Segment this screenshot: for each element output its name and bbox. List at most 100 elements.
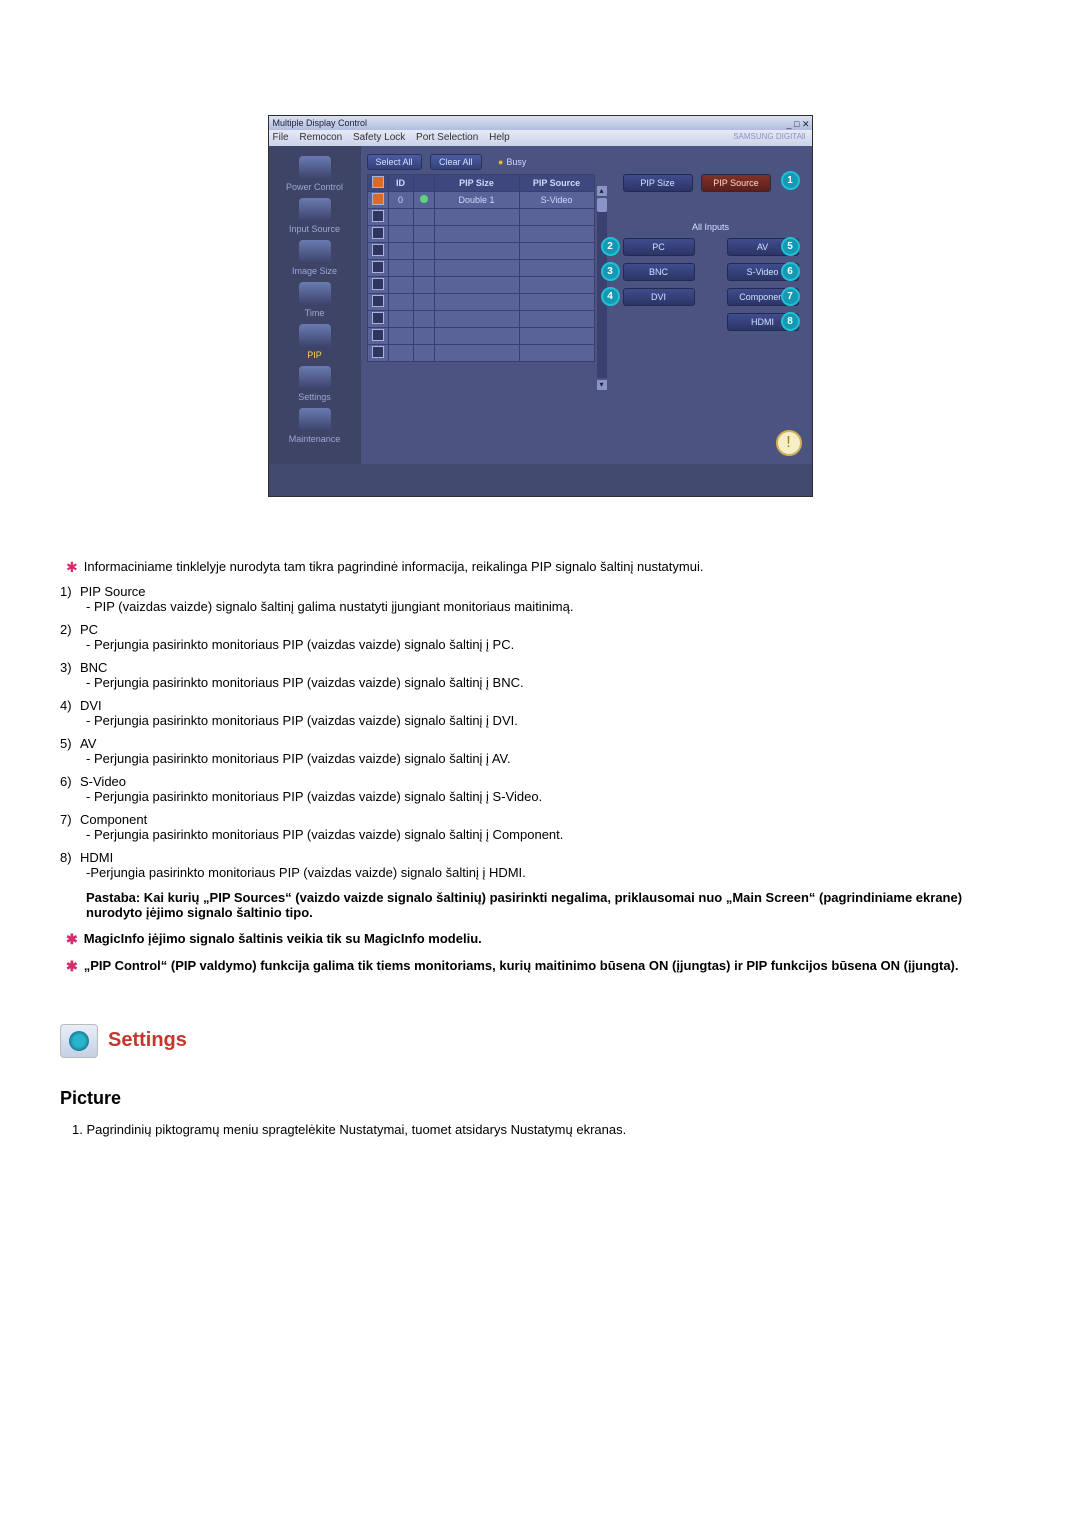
pip-size-button[interactable]: PIP Size (623, 174, 693, 192)
callout-badge-4: 4 (601, 287, 620, 306)
sidebar-item-input-source[interactable]: Input Source (269, 198, 361, 234)
item-desc: - Perjungia pasirinkto monitoriaus PIP (… (86, 675, 1020, 690)
table-row[interactable]: 0 Double 1 S-Video (367, 192, 594, 209)
menu-help[interactable]: Help (489, 132, 510, 143)
item-number: 4) (60, 698, 80, 713)
list-item: 7)Component- Perjungia pasirinkto monito… (60, 812, 1020, 842)
item-number: 8) (60, 850, 80, 865)
checkbox-icon[interactable] (372, 278, 384, 290)
main-panel: Select All Clear All Busy ID PIP Size PI… (361, 146, 812, 464)
time-icon (299, 282, 331, 306)
note-pip-control: „PIP Control“ (PIP valdymo) funkcija gal… (66, 957, 1020, 974)
col-status (413, 175, 434, 192)
scroll-thumb[interactable] (597, 198, 607, 212)
col-pip-source: PIP Source (519, 175, 594, 192)
list-item: 6)S-Video- Perjungia pasirinkto monitori… (60, 774, 1020, 804)
intro-star-note: Informaciniame tinklelyje nurodyta tam t… (66, 557, 1020, 576)
sidebar-label: Time (269, 308, 361, 318)
sidebar-item-image-size[interactable]: Image Size (269, 240, 361, 276)
checkbox-icon[interactable] (372, 329, 384, 341)
select-all-button[interactable]: Select All (367, 154, 422, 170)
sidebar-item-maintenance[interactable]: Maintenance (269, 408, 361, 444)
cell-id: 0 (388, 192, 413, 209)
window-buttons[interactable]: _ □ ✕ (787, 117, 810, 131)
item-desc: - Perjungia pasirinkto monitoriaus PIP (… (86, 789, 1020, 804)
checkbox-icon[interactable] (372, 176, 384, 188)
power-icon (299, 156, 331, 180)
input-bnc-button[interactable]: BNC (623, 263, 695, 281)
sidebar-item-settings[interactable]: Settings (269, 366, 361, 402)
table-header-row: ID PIP Size PIP Source (367, 175, 594, 192)
brand-logo: SAMSUNG DIGITAll (733, 132, 805, 141)
list-item: 4)DVI- Perjungia pasirinkto monitoriaus … (60, 698, 1020, 728)
checkbox-icon[interactable] (372, 244, 384, 256)
status-dot-icon (420, 195, 428, 203)
menu-file[interactable]: File (273, 132, 289, 143)
item-title: AV (80, 736, 96, 751)
table-row[interactable] (367, 209, 594, 226)
table-row[interactable] (367, 345, 594, 362)
input-icon (299, 198, 331, 222)
item-number: 3) (60, 660, 80, 675)
item-title: PC (80, 622, 98, 637)
settings-icon (299, 366, 331, 390)
right-panel: PIP Size PIP Source 1 All Inputs 2 PC AV… (621, 172, 801, 336)
item-title: BNC (80, 660, 107, 675)
checkbox-icon[interactable] (372, 227, 384, 239)
input-pc-button[interactable]: PC (623, 238, 695, 256)
callout-badge-6: 6 (781, 262, 800, 281)
checkbox-icon[interactable] (372, 346, 384, 358)
table-row[interactable] (367, 294, 594, 311)
item-title: PIP Source (80, 584, 146, 599)
menu-remocon[interactable]: Remocon (299, 132, 342, 143)
pip-source-list: 1)PIP Source- PIP (vaizdas vaizde) signa… (60, 584, 1020, 880)
checkbox-icon[interactable] (372, 210, 384, 222)
input-dvi-button[interactable]: DVI (623, 288, 695, 306)
item-title: DVI (80, 698, 102, 713)
callout-badge-5: 5 (781, 237, 800, 256)
sidebar-label: Input Source (269, 224, 361, 234)
window-title: Multiple Display Control (273, 118, 368, 128)
warning-icon: ! (776, 430, 802, 456)
table-row[interactable] (367, 243, 594, 260)
titlebar: Multiple Display Control _ □ ✕ (269, 116, 812, 130)
checkbox-icon[interactable] (372, 312, 384, 324)
cell-pip-size: Double 1 (434, 192, 519, 209)
checkbox-icon[interactable] (372, 193, 384, 205)
image-size-icon (299, 240, 331, 264)
table-row[interactable] (367, 226, 594, 243)
col-id: ID (388, 175, 413, 192)
table-row[interactable] (367, 277, 594, 294)
sidebar: Power Control Input Source Image Size Ti… (269, 146, 361, 464)
item-desc: - Perjungia pasirinkto monitoriaus PIP (… (86, 637, 1020, 652)
sidebar-item-pip[interactable]: PIP (269, 324, 361, 360)
sidebar-label: PIP (269, 350, 361, 360)
picture-step-1: 1. Pagrindinių piktogramų meniu spragtel… (72, 1121, 1020, 1139)
item-title: Component (80, 812, 147, 827)
settings-section-icon (60, 1024, 98, 1058)
table-row[interactable] (367, 260, 594, 277)
sidebar-label: Settings (269, 392, 361, 402)
scroll-up-icon[interactable]: ▴ (597, 186, 607, 196)
list-item: 8)HDMI-Perjungia pasirinkto monitoriaus … (60, 850, 1020, 880)
menu-safety-lock[interactable]: Safety Lock (353, 132, 405, 143)
pip-source-button[interactable]: PIP Source (701, 174, 771, 192)
menu-port-selection[interactable]: Port Selection (416, 132, 478, 143)
col-check[interactable] (367, 175, 388, 192)
list-item: 2)PC- Perjungia pasirinkto monitoriaus P… (60, 622, 1020, 652)
maintenance-icon (299, 408, 331, 432)
picture-heading: Picture (60, 1088, 1020, 1109)
all-inputs-panel: All Inputs 2 PC AV 5 3 BNC S-Video 6 (621, 222, 801, 333)
checkbox-icon[interactable] (372, 295, 384, 307)
table-row[interactable] (367, 311, 594, 328)
sidebar-label: Power Control (269, 182, 361, 192)
sidebar-item-time[interactable]: Time (269, 282, 361, 318)
item-number: 6) (60, 774, 80, 789)
callout-badge-2: 2 (601, 237, 620, 256)
scroll-down-icon[interactable]: ▾ (597, 380, 607, 390)
menubar: File Remocon Safety Lock Port Selection … (269, 130, 812, 146)
table-row[interactable] (367, 328, 594, 345)
clear-all-button[interactable]: Clear All (430, 154, 482, 170)
sidebar-item-power-control[interactable]: Power Control (269, 156, 361, 192)
checkbox-icon[interactable] (372, 261, 384, 273)
